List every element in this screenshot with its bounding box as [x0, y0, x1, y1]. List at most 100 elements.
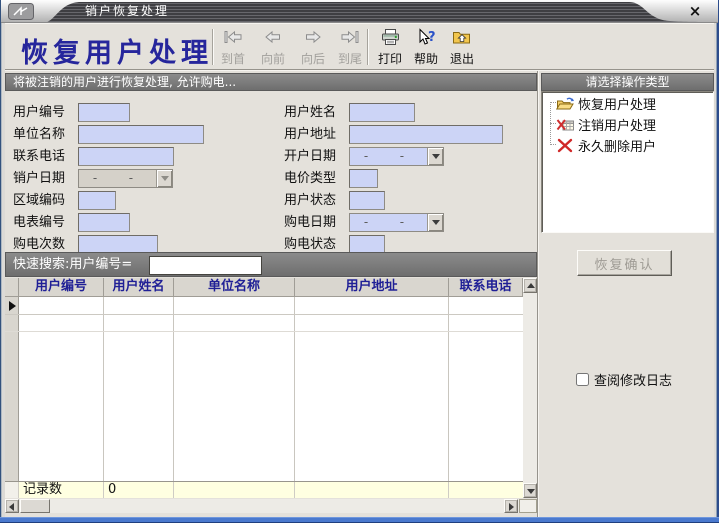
- arrow-left-icon: [263, 28, 283, 46]
- help-button[interactable]: ? 帮助: [407, 27, 445, 68]
- nav-prev-button[interactable]: 向前: [254, 27, 292, 68]
- grid-line: [448, 297, 449, 481]
- table-body[interactable]: [5, 297, 523, 481]
- grid-line: [103, 482, 104, 498]
- window-title: 销户恢复处理: [85, 0, 169, 22]
- exit-label: 退出: [443, 50, 481, 67]
- row-selector-header: [5, 278, 19, 297]
- printer-icon: [382, 28, 399, 46]
- nav-first-button[interactable]: 到首: [214, 27, 252, 68]
- table-footer-row: 记录数 0: [5, 481, 523, 498]
- exit-icon: [453, 28, 471, 46]
- tree-item-label: 注销用户处理: [578, 115, 656, 134]
- scroll-left-button[interactable]: [5, 499, 19, 513]
- field-label: 用户姓名: [284, 103, 348, 122]
- help-icon: ?: [417, 28, 436, 46]
- purchase-date-combo[interactable]: - -: [349, 213, 444, 232]
- window-border-right: [714, 0, 719, 523]
- phone-field[interactable]: [78, 147, 174, 166]
- triangle-up-icon: [527, 283, 535, 288]
- grid-line: [294, 482, 295, 498]
- toolbar: 恢复用户处理 到首 向前 向后 到尾: [5, 23, 714, 70]
- quick-search-input[interactable]: [149, 256, 262, 275]
- field-label: 电表编号: [13, 213, 77, 232]
- view-log-checkbox[interactable]: [576, 373, 589, 386]
- view-log-checkbox-row[interactable]: 查阅修改日志: [576, 370, 672, 389]
- exit-button[interactable]: 退出: [443, 27, 481, 68]
- combo-value: - -: [350, 214, 426, 231]
- record-count-value: 0: [104, 482, 174, 498]
- page-title: 恢复用户处理: [21, 31, 213, 70]
- scroll-up-button[interactable]: [523, 278, 537, 293]
- grid-line: [448, 482, 449, 498]
- app-window: 销户恢复处理 × 恢复用户处理 到首 向前 向后: [0, 0, 719, 523]
- scroll-down-button[interactable]: [523, 483, 537, 498]
- combo-value: - -: [350, 148, 426, 165]
- print-label: 打印: [371, 50, 409, 67]
- chevron-down-icon: [432, 220, 440, 229]
- field-label: 单位名称: [13, 125, 77, 144]
- triangle-right-icon: [509, 503, 514, 511]
- column-header[interactable]: 用户姓名: [104, 278, 174, 297]
- tree-item-restore-user[interactable]: 恢复用户处理: [556, 94, 656, 112]
- nav-prev-label: 向前: [254, 50, 292, 67]
- meter-number-field[interactable]: [78, 213, 130, 232]
- combo-value: - -: [79, 170, 155, 187]
- scrollbar-corner: [519, 499, 537, 513]
- field-label: 开户日期: [284, 147, 348, 166]
- combo-dropdown-button[interactable]: [427, 148, 443, 165]
- field-label: 联系电话: [13, 147, 77, 166]
- user-name-field[interactable]: [349, 103, 415, 122]
- unit-name-field[interactable]: [78, 125, 204, 144]
- view-log-label: 查阅修改日志: [594, 370, 672, 389]
- arrow-last-icon: [340, 28, 360, 46]
- open-date-combo[interactable]: - -: [349, 147, 444, 166]
- grid-line: [173, 297, 174, 481]
- horizontal-scrollbar[interactable]: [5, 499, 537, 513]
- user-number-field[interactable]: [78, 103, 130, 122]
- cancel-date-combo[interactable]: - -: [78, 169, 173, 188]
- tree-item-label: 永久删除用户: [578, 136, 656, 155]
- field-label: 购电日期: [284, 213, 348, 232]
- current-row-marker: [9, 301, 21, 311]
- cancel-record-icon: [556, 117, 575, 132]
- quick-search-bar: 快速搜索:用户编号=: [5, 252, 537, 277]
- user-status-field[interactable]: [349, 191, 385, 210]
- grid-line: [5, 314, 523, 315]
- triangle-left-icon: [9, 503, 14, 511]
- field-label: 用户地址: [284, 125, 348, 144]
- nav-first-label: 到首: [214, 50, 252, 67]
- field-label: 销户日期: [13, 169, 77, 188]
- grid-line: [103, 297, 104, 481]
- toolbar-separator: [367, 29, 369, 65]
- open-folder-icon: [556, 96, 575, 111]
- column-header[interactable]: 联系电话: [449, 278, 523, 297]
- vertical-scrollbar[interactable]: [523, 278, 537, 498]
- nav-last-button[interactable]: 到尾: [331, 27, 369, 68]
- combo-dropdown-button[interactable]: [156, 170, 172, 187]
- tree-item-delete-user[interactable]: 永久删除用户: [556, 136, 656, 154]
- panel-divider: [537, 71, 539, 517]
- restore-confirm-button[interactable]: 恢复确认: [577, 250, 672, 276]
- arrow-right-icon: [303, 28, 323, 46]
- combo-dropdown-button[interactable]: [427, 214, 443, 231]
- app-logo-icon: [8, 3, 34, 20]
- column-header[interactable]: 用户编号: [19, 278, 104, 297]
- price-type-field[interactable]: [349, 169, 378, 188]
- scrollbar-thumb[interactable]: [20, 499, 50, 513]
- user-address-field[interactable]: [349, 125, 503, 144]
- print-button[interactable]: 打印: [371, 27, 409, 68]
- field-label: 电价类型: [284, 169, 348, 188]
- column-header[interactable]: 单位名称: [174, 278, 295, 297]
- delete-x-icon: [556, 138, 575, 153]
- scroll-right-button[interactable]: [504, 499, 518, 513]
- record-count-label: 记录数: [19, 482, 104, 498]
- tree-item-cancel-user[interactable]: 注销用户处理: [556, 115, 656, 133]
- column-header[interactable]: 用户地址: [295, 278, 449, 297]
- row-selector-column: [5, 297, 19, 481]
- region-code-field[interactable]: [78, 191, 116, 210]
- close-icon[interactable]: ×: [686, 1, 704, 21]
- triangle-down-icon: [527, 489, 535, 494]
- field-label: 区域编码: [13, 191, 77, 210]
- nav-next-button[interactable]: 向后: [294, 27, 332, 68]
